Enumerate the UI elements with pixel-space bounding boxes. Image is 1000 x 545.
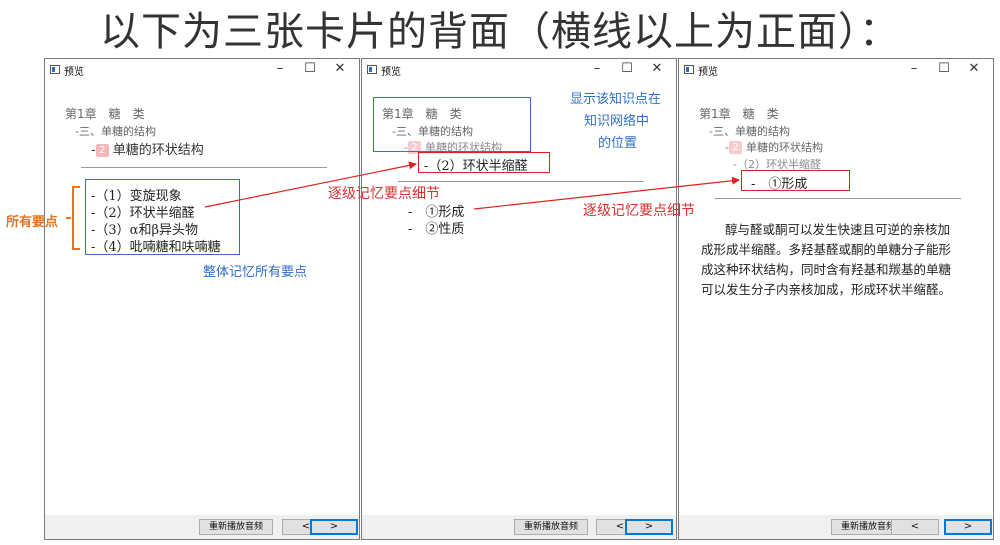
next-button[interactable]: > — [310, 519, 358, 535]
all-points-label: 所有要点 — [6, 215, 59, 230]
divider — [715, 198, 961, 199]
topic-label: 单糖的环状结构 — [745, 141, 823, 154]
app-icon — [50, 65, 60, 74]
minimize-button[interactable]: – — [265, 60, 295, 80]
title-bar: 预览 – ☐ ✕ — [45, 59, 359, 81]
footer-bar: 重新播放音频 < > — [362, 515, 676, 539]
replay-audio-button[interactable]: 重新播放音频 — [199, 519, 273, 535]
topic-row: -2 单糖的环状结构 — [91, 143, 204, 158]
progressive-label-2: 逐级记忆要点细节 — [583, 203, 695, 219]
explanation-line: 醇与醛或酮可以发生快速且可逆的亲核加 — [725, 222, 951, 237]
app-icon — [684, 65, 694, 74]
explanation-text: 醇与醛或酮可以发生快速且可逆的亲核加 成形成半缩醛。多羟基醛或酮的单糖分子能形 … — [701, 220, 951, 300]
level-badge: 2 — [95, 144, 109, 157]
window-title: 预览 — [381, 67, 401, 78]
points-highlight-box — [85, 179, 240, 255]
memorize-all-label: 整体记忆所有要点 — [203, 265, 308, 280]
position-label-3: 的位置 — [598, 136, 638, 151]
preview-window-3: 预览 – ☐ ✕ 第1章 糖 类 -三、单糖的结构 -2 单糖的环状结构 -（2）… — [678, 58, 994, 540]
next-button[interactable]: > — [944, 519, 992, 535]
app-icon — [367, 65, 377, 74]
section-label: -三、单糖的结构 — [75, 125, 156, 138]
explanation-line: 成这种环状结构，同时含有羟基和羰基的单糖 — [701, 262, 952, 277]
title-bar: 预览 – ☐ ✕ — [362, 59, 676, 81]
window-title: 预览 — [64, 67, 84, 78]
prev-button[interactable]: < — [891, 519, 939, 535]
divider — [398, 181, 644, 182]
explanation-line: 可以发生分子内亲核加成，形成环状半缩醛。 — [701, 282, 952, 297]
card-content: 第1章 糖 类 -三、单糖的结构 -2 单糖的环状结构 -（2）环状半缩醛 - ①… — [679, 81, 993, 515]
next-button[interactable]: > — [625, 519, 673, 535]
close-button[interactable]: ✕ — [959, 60, 989, 80]
close-button[interactable]: ✕ — [642, 60, 672, 80]
orange-bracket — [72, 186, 80, 250]
card-content: 第1章 糖 类 -三、单糖的结构 -2 单糖的环状结构 -（1）变旋现象 -（2）… — [45, 81, 359, 515]
topic-row: -2 单糖的环状结构 — [725, 141, 823, 154]
explanation-line: 成形成半缩醛。多羟基醛或酮的单糖分子能形 — [701, 242, 952, 257]
close-button[interactable]: ✕ — [325, 60, 355, 80]
divider — [81, 167, 327, 168]
minimize-button[interactable]: – — [899, 60, 929, 80]
section-label: -三、单糖的结构 — [709, 125, 790, 138]
current-point-box — [418, 152, 550, 173]
chapter-label: 第1章 糖 类 — [699, 107, 779, 121]
title-bar: 预览 – ☐ ✕ — [679, 59, 993, 81]
maximize-button[interactable]: ☐ — [929, 60, 959, 80]
window-title: 预览 — [698, 67, 718, 78]
level-badge: 2 — [728, 141, 742, 154]
position-label-2: 知识网络中 — [584, 114, 650, 129]
hierarchy-highlight-box — [373, 97, 531, 152]
detail-item: - ②性质 — [408, 222, 465, 237]
footer-bar: 重新播放音频 < > — [679, 515, 993, 539]
topic-label: 单糖的环状结构 — [112, 143, 204, 158]
page-heading: 以下为三张卡片的背面（横线以上为正面）： — [100, 9, 900, 55]
chapter-label: 第1章 糖 类 — [65, 107, 145, 121]
maximize-button[interactable]: ☐ — [612, 60, 642, 80]
bracket-tick — [66, 217, 71, 219]
replay-audio-button[interactable]: 重新播放音频 — [514, 519, 588, 535]
preview-window-1: 预览 – ☐ ✕ 第1章 糖 类 -三、单糖的结构 -2 单糖的环状结构 -（1）… — [44, 58, 360, 540]
maximize-button[interactable]: ☐ — [295, 60, 325, 80]
minimize-button[interactable]: – — [582, 60, 612, 80]
progressive-label-1: 逐级记忆要点细节 — [328, 186, 440, 202]
position-label-1: 显示该知识点在 — [570, 92, 662, 107]
footer-bar: 重新播放音频 < > — [45, 515, 359, 539]
current-point-box — [741, 170, 850, 191]
